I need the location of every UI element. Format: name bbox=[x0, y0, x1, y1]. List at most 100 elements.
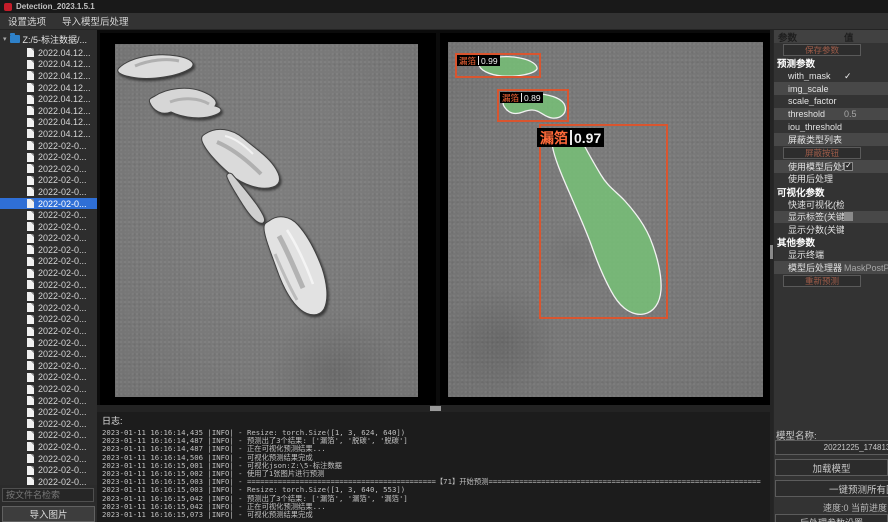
defect-blobs bbox=[115, 44, 418, 397]
file-icon bbox=[27, 315, 34, 324]
tree-item-label: 2022.04.12... bbox=[38, 117, 91, 127]
log-panel[interactable]: 日志: 2023-01-11 16:16:14,435 |INFO| - Res… bbox=[97, 412, 770, 522]
tree-item[interactable]: 2022.04.12... bbox=[0, 128, 97, 140]
tree-item[interactable]: 2022-02-0... bbox=[0, 233, 97, 245]
tree-item[interactable]: 2022-02-0... bbox=[0, 140, 97, 152]
tree-item[interactable]: 2022-02-0... bbox=[0, 441, 97, 453]
file-icon bbox=[27, 71, 34, 80]
tree-item-label: 2022-02-0... bbox=[38, 152, 87, 162]
log-lines: 2023-01-11 16:16:14,435 |INFO| - Resize:… bbox=[102, 429, 765, 519]
file-icon bbox=[27, 164, 34, 173]
tree-item[interactable]: 2022.04.12... bbox=[0, 105, 97, 117]
file-tree-items: 2022.04.12...2022.04.12...2022.04.12...2… bbox=[0, 47, 97, 485]
tree-item[interactable]: 2022-02-0... bbox=[0, 198, 97, 210]
tree-root[interactable]: ▾ Z:/5-标注数据/... bbox=[0, 32, 97, 46]
tree-item[interactable]: 2022.04.12... bbox=[0, 70, 97, 82]
menu-bar: 设置选项 导入模型后处理 bbox=[0, 13, 888, 30]
file-icon bbox=[27, 211, 34, 220]
param-checkbox[interactable]: ✓ bbox=[844, 162, 853, 171]
tree-item[interactable]: 2022-02-0... bbox=[0, 453, 97, 465]
tree-item[interactable]: 2022-02-0... bbox=[0, 186, 97, 198]
params-header-value: 值 bbox=[844, 30, 854, 44]
tree-item[interactable]: 2022-02-0... bbox=[0, 430, 97, 442]
tree-item[interactable]: 2022-02-0... bbox=[0, 256, 97, 268]
file-icon bbox=[27, 408, 34, 417]
tree-item[interactable]: 2022-02-0... bbox=[0, 360, 97, 372]
param-button[interactable]: 保存参数 bbox=[783, 44, 861, 56]
tree-item[interactable]: 2022-02-0... bbox=[0, 221, 97, 233]
param-row[interactable]: with_mask✓ bbox=[774, 70, 888, 83]
blob-2 bbox=[149, 88, 221, 118]
tree-item[interactable]: 2022.04.12... bbox=[0, 47, 97, 59]
tree-item[interactable]: 2022-02-0... bbox=[0, 290, 97, 302]
params-header-name: 参数 bbox=[774, 30, 844, 44]
param-row[interactable]: img_scale bbox=[774, 82, 888, 95]
search-input[interactable] bbox=[2, 488, 94, 502]
horizontal-scrollbar[interactable] bbox=[97, 405, 770, 412]
original-image-view[interactable] bbox=[115, 44, 418, 397]
param-row[interactable]: scale_factor bbox=[774, 95, 888, 108]
blob-1 bbox=[118, 55, 193, 79]
tree-item[interactable]: 2022.04.12... bbox=[0, 82, 97, 94]
tree-item[interactable]: 2022.04.12... bbox=[0, 93, 97, 105]
import-image-button[interactable]: 导入图片 bbox=[2, 506, 95, 522]
progress-text: 速度:0 当前进度 bbox=[775, 501, 888, 514]
file-icon bbox=[27, 141, 34, 150]
param-row[interactable]: 屏蔽类型列表 bbox=[774, 133, 888, 146]
tree-item[interactable]: 2022-02-0... bbox=[0, 348, 97, 360]
param-checkbox[interactable] bbox=[844, 212, 853, 221]
menu-settings[interactable]: 设置选项 bbox=[8, 14, 46, 28]
model-name-button[interactable]: 20221225_174813 bbox=[775, 440, 888, 455]
tree-item[interactable]: 2022-02-0... bbox=[0, 314, 97, 326]
tree-item[interactable]: 2022-02-0... bbox=[0, 325, 97, 337]
tree-item[interactable]: 2022-02-0... bbox=[0, 209, 97, 221]
param-row[interactable]: 使用后处理 bbox=[774, 173, 888, 186]
file-icon bbox=[27, 257, 34, 266]
param-row[interactable]: iou_threshold bbox=[774, 120, 888, 133]
params-header: 参数 值 bbox=[774, 30, 888, 43]
tree-item-label: 2022-02-0... bbox=[38, 384, 87, 394]
param-row[interactable]: 模型后处理器MaskPostPro bbox=[774, 261, 888, 274]
param-row[interactable]: 显示分数(关键点) bbox=[774, 223, 888, 236]
param-row[interactable]: threshold0.5 bbox=[774, 108, 888, 121]
param-button[interactable]: 重新预测 bbox=[783, 275, 861, 287]
predict-all-button[interactable]: 一键预测所有图片 bbox=[775, 480, 888, 497]
menu-import-postprocess[interactable]: 导入模型后处理 bbox=[62, 14, 129, 28]
tree-item[interactable]: 2022-02-0... bbox=[0, 337, 97, 349]
tree-item[interactable]: 2022-02-0... bbox=[0, 383, 97, 395]
tree-item[interactable]: 2022-02-0... bbox=[0, 163, 97, 175]
tree-item-label: 2022-02-0... bbox=[38, 396, 87, 406]
tree-item[interactable]: 2022-02-0... bbox=[0, 279, 97, 291]
file-icon bbox=[27, 60, 34, 69]
tree-item[interactable]: 2022-02-0... bbox=[0, 406, 97, 418]
chevron-down-icon[interactable]: ▾ bbox=[3, 35, 7, 43]
postprocess-params-button[interactable]: 后处理参数设置 bbox=[775, 514, 888, 522]
scrollbar-thumb[interactable] bbox=[430, 406, 441, 411]
tree-item[interactable]: 2022-02-0... bbox=[0, 418, 97, 430]
tree-item[interactable]: 2022-02-0... bbox=[0, 302, 97, 314]
tree-item[interactable]: 2022.04.12... bbox=[0, 117, 97, 129]
param-button[interactable]: 屏蔽按钮 bbox=[783, 147, 861, 159]
tree-item-label: 2022-02-0... bbox=[38, 338, 87, 348]
param-row[interactable]: 显示标签(关键点) bbox=[774, 211, 888, 224]
param-value: ✓ bbox=[844, 71, 852, 82]
load-model-button[interactable]: 加载模型 bbox=[775, 459, 888, 476]
tree-item[interactable]: 2022-02-0... bbox=[0, 267, 97, 279]
tree-item[interactable]: 2022.04.12... bbox=[0, 59, 97, 71]
param-row[interactable]: 快速可视化(检测) bbox=[774, 198, 888, 211]
file-icon bbox=[27, 350, 34, 359]
prediction-image-view[interactable]: 漏箔0.99漏箔0.89漏箔0.97 bbox=[448, 42, 763, 397]
tree-item[interactable]: 2022-02-0... bbox=[0, 464, 97, 476]
param-row[interactable]: 使用模型后处理✓ bbox=[774, 160, 888, 173]
tree-item[interactable]: 2022-02-0... bbox=[0, 395, 97, 407]
tree-item[interactable]: 2022-02-0... bbox=[0, 244, 97, 256]
tree-item[interactable]: 2022-02-0... bbox=[0, 476, 97, 485]
param-row[interactable]: 显示终端 bbox=[774, 249, 888, 262]
tree-item-label: 2022.04.12... bbox=[38, 106, 91, 116]
tree-item[interactable]: 2022-02-0... bbox=[0, 175, 97, 187]
tree-item-label: 2022-02-0... bbox=[38, 210, 87, 220]
tree-item-label: 2022-02-0... bbox=[38, 245, 87, 255]
tree-item[interactable]: 2022-02-0... bbox=[0, 151, 97, 163]
tree-item[interactable]: 2022-02-0... bbox=[0, 372, 97, 384]
param-value: 0.5 bbox=[844, 109, 857, 119]
